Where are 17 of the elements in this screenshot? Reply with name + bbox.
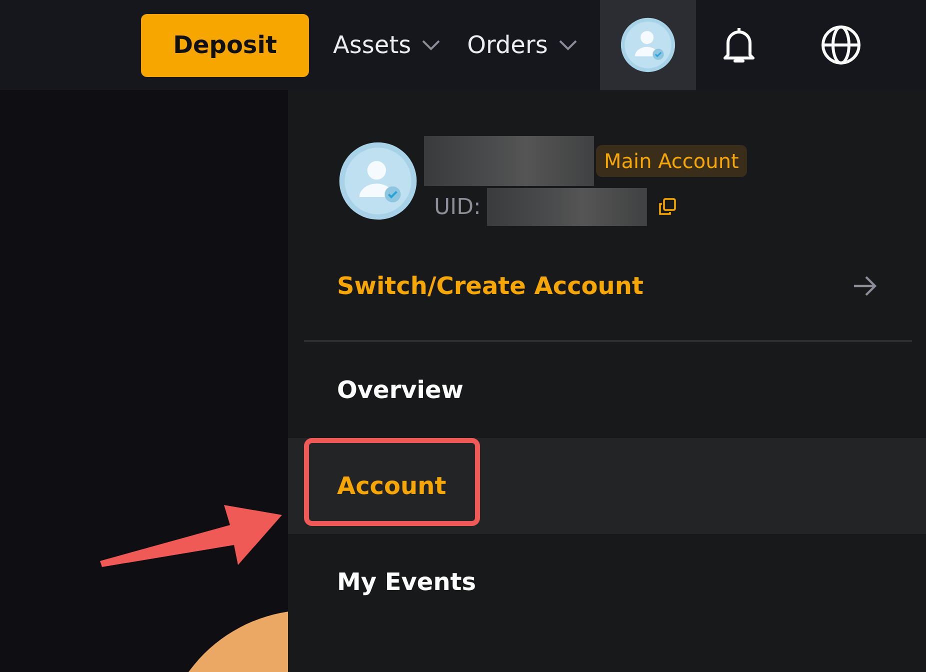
uid-label: UID: [434, 194, 481, 220]
copy-icon[interactable] [656, 197, 677, 217]
chevron-down-icon [558, 39, 578, 51]
menu-item[interactable]: Overview [288, 342, 926, 438]
menu-item[interactable]: Account [288, 438, 926, 534]
avatar-icon [338, 141, 418, 221]
menu-item[interactable]: My Events [288, 534, 926, 630]
chevron-down-icon [421, 39, 442, 51]
switch-account-link[interactable]: Switch/Create Account [337, 272, 644, 300]
avatar-button[interactable] [600, 0, 696, 90]
nav-menu[interactable]: Orders [467, 31, 578, 59]
avatar-icon [620, 17, 676, 73]
arrow-right-icon[interactable] [852, 275, 878, 297]
deposit-button[interactable]: Deposit [141, 14, 309, 76]
globe-icon[interactable] [820, 24, 862, 66]
nav-menu[interactable]: Assets [333, 31, 442, 59]
account-badge: Main Account [596, 145, 747, 177]
